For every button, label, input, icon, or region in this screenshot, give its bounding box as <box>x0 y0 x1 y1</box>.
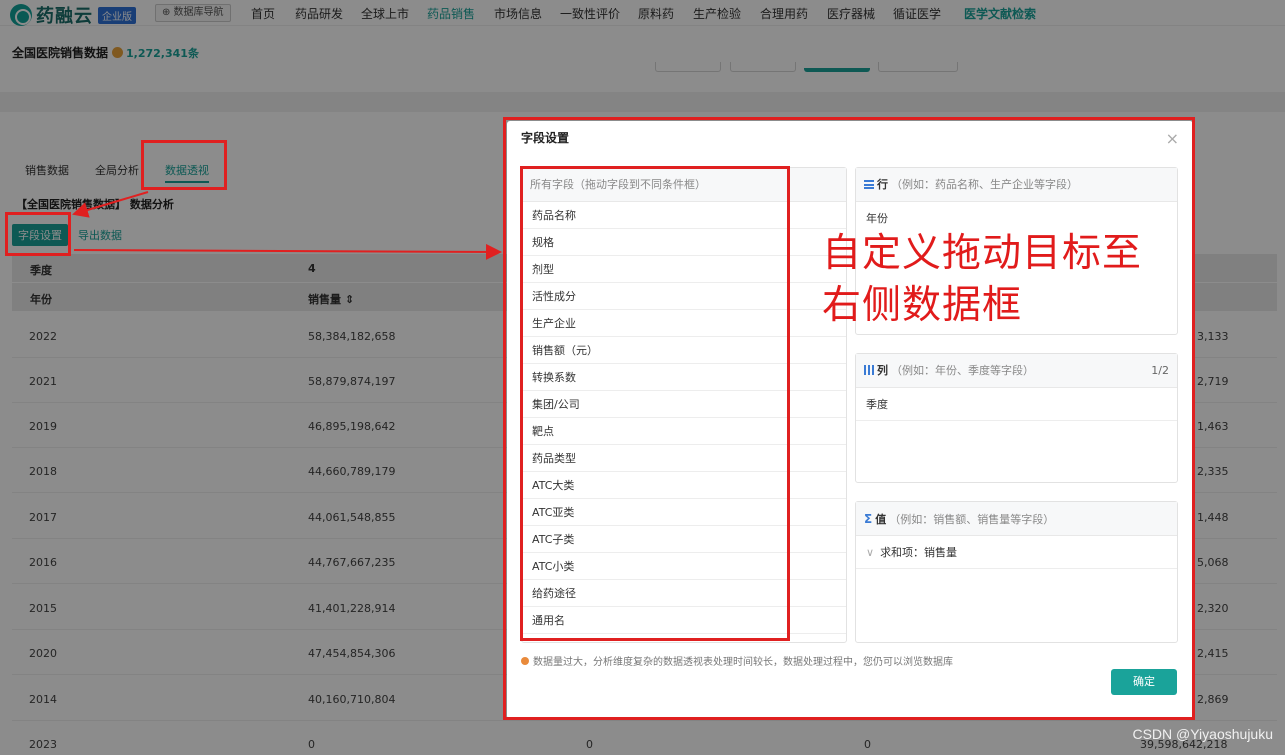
annotation-text: 自定义拖动目标至 右侧数据框 <box>822 231 1143 328</box>
arrow-to-modal <box>73 243 502 260</box>
highlight-field-list <box>520 166 790 641</box>
arrow-to-field-settings <box>72 191 149 218</box>
watermark: CSDN @Yiyaoshujuku <box>1132 726 1273 742</box>
